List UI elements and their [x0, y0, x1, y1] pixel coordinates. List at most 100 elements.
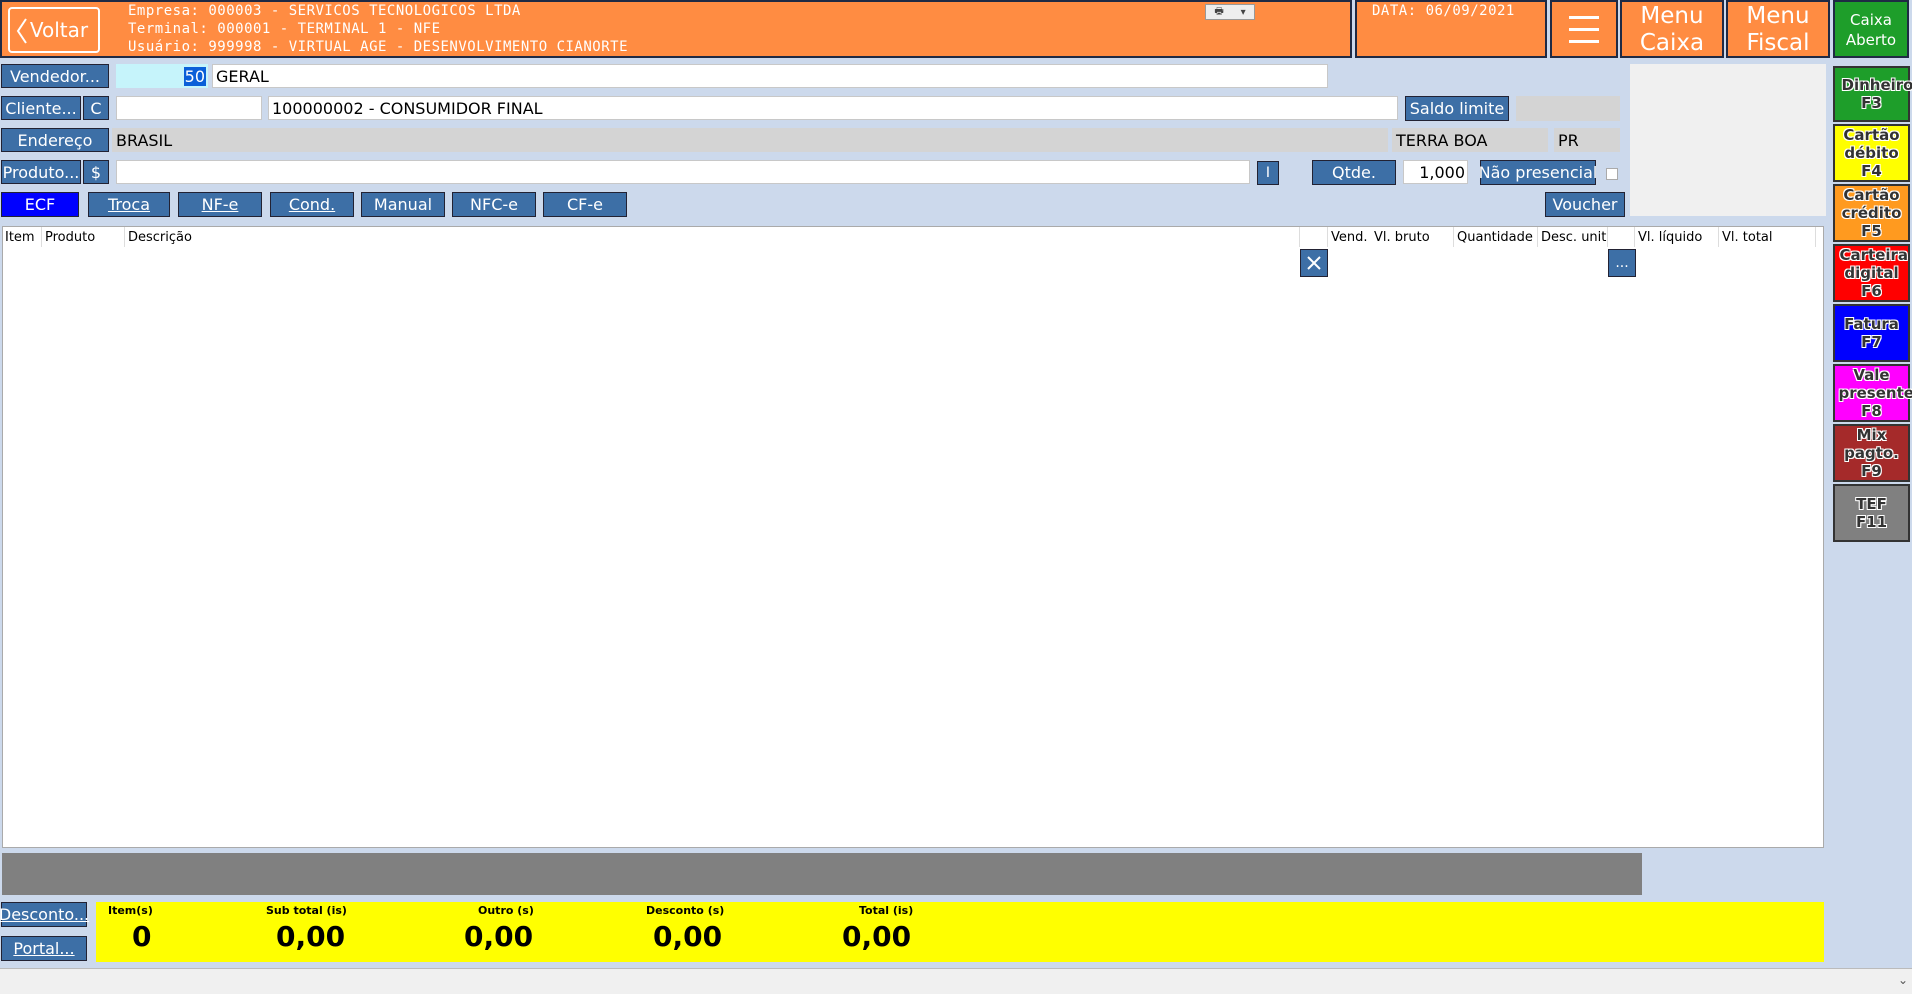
subtotal-value: 0,00 — [276, 920, 346, 953]
outro-label: Outro (s) — [478, 904, 534, 917]
tab-nfe[interactable]: NF-e — [178, 192, 262, 217]
tab-cfe[interactable]: CF-e — [543, 192, 627, 217]
column-header-item[interactable]: Item — [3, 227, 35, 247]
pay-label: Fatura F7 — [1844, 315, 1899, 351]
pay-label: TEF F11 — [1855, 495, 1888, 531]
tab-label: ECF — [24, 195, 56, 214]
cliente-name-field: 100000002 - CONSUMIDOR FINAL — [268, 96, 1398, 120]
close-icon — [1307, 256, 1321, 270]
column-header-vl-total[interactable]: Vl. total — [1720, 227, 1773, 247]
date-label: DATA: 06/09/2021 — [1372, 3, 1515, 19]
menu-caixa-line2: Caixa — [1639, 30, 1705, 56]
pay-label: Cartão débito F4 — [1843, 126, 1900, 180]
produto-input[interactable] — [116, 160, 1250, 184]
hamburger-menu-button[interactable] — [1550, 0, 1618, 58]
pay-debito-button[interactable]: Cartão débito F4 — [1833, 124, 1910, 182]
pay-tef-button[interactable]: TEF F11 — [1833, 484, 1910, 542]
tab-troca[interactable]: Troca — [88, 192, 170, 217]
desconto-label: Desconto... — [0, 905, 90, 924]
message-bar — [2, 853, 1642, 895]
desconto-total-value: 0,00 — [653, 920, 723, 953]
desconto-total-label: Desconto (s) — [646, 904, 725, 917]
column-header-produto[interactable]: Produto — [43, 227, 95, 247]
tab-label: CF-e — [567, 195, 603, 214]
tab-label: NFC-e — [470, 195, 518, 214]
tab-nfce[interactable]: NFC-e — [452, 192, 536, 217]
column-header-desc-unit[interactable]: Desc. unit — [1539, 227, 1606, 247]
column-header-vend[interactable]: Vend. — [1329, 227, 1368, 247]
back-label: Voltar — [29, 18, 89, 42]
usuario-label: Usuário: 999998 - VIRTUAL AGE - DESENVOL… — [128, 39, 629, 55]
menu-icon-bar — [1569, 15, 1599, 19]
vendedor-code-input[interactable]: 50 — [116, 64, 208, 88]
total-label: Total (is) — [859, 904, 914, 917]
menu-icon-bar — [1569, 39, 1599, 43]
menu-caixa-button[interactable]: Menu Caixa — [1620, 0, 1724, 58]
vendedor-button[interactable]: Vendedor... — [1, 64, 109, 88]
saldo-limite-value — [1516, 96, 1620, 121]
endereco-pais: BRASIL — [112, 128, 1388, 152]
remove-item-button[interactable] — [1300, 249, 1328, 277]
saldo-limite-button[interactable]: Saldo limite — [1405, 96, 1509, 121]
menu-fiscal-button[interactable]: Menu Fiscal — [1726, 0, 1830, 58]
empresa-label: Empresa: 000003 - SERVICOS TECNOLOGICOS … — [128, 3, 521, 19]
produto-price-button[interactable]: $ — [83, 160, 109, 184]
info-panel — [1630, 64, 1826, 216]
column-header-quantidade[interactable]: Quantidade — [1455, 227, 1533, 247]
terminal-label: Terminal: 000001 - TERMINAL 1 - NFE — [128, 21, 441, 37]
chevron-left-icon — [16, 18, 27, 44]
printer-selector[interactable]: 🖶 ▾ — [1205, 4, 1255, 20]
column-header-vl-bruto[interactable]: Vl. bruto — [1372, 227, 1430, 247]
vendedor-code-value: 50 — [183, 66, 206, 86]
subtotal-label: Sub total (is) — [266, 904, 347, 917]
cliente-button[interactable]: Cliente... — [1, 96, 81, 120]
date-box: DATA: 06/09/2021 — [1355, 0, 1547, 58]
more-options-button[interactable]: ... — [1608, 249, 1636, 277]
tab-ecf[interactable]: ECF — [1, 192, 79, 217]
total-items-label: Item(s) — [108, 904, 153, 917]
cliente-code-input[interactable] — [116, 96, 262, 120]
portal-button[interactable]: Portal... — [1, 936, 87, 961]
endereco-button[interactable]: Endereço — [1, 128, 109, 152]
pay-mix-button[interactable]: Mix pagto. F9 — [1833, 424, 1910, 482]
chevron-down-icon[interactable]: ⌄ — [1898, 973, 1908, 987]
printer-icon: 🖶 — [1214, 5, 1224, 17]
tab-manual[interactable]: Manual — [361, 192, 445, 217]
pay-credito-button[interactable]: Cartão crédito F5 — [1833, 184, 1910, 242]
pay-vale-button[interactable]: Vale presente F8 — [1833, 364, 1912, 422]
nao-presencial-button[interactable]: Não presencial — [1479, 160, 1597, 185]
pay-fatura-button[interactable]: Fatura F7 — [1833, 304, 1910, 362]
pay-dinheiro-button[interactable]: Dinheiro F3 — [1833, 66, 1912, 122]
endereco-cidade: TERRA BOA — [1392, 128, 1548, 152]
header-bar: Voltar Empresa: 000003 - SERVICOS TECNOL… — [0, 0, 1352, 58]
pay-label: Cartão crédito F5 — [1841, 186, 1902, 240]
produto-info-button[interactable]: I — [1257, 161, 1279, 185]
menu-caixa-line1: Menu — [1640, 3, 1704, 29]
qtde-input[interactable]: 1,000 — [1403, 160, 1468, 184]
endereco-uf: PR — [1554, 128, 1620, 152]
pay-label: Mix pagto. F9 — [1844, 426, 1899, 480]
qtde-button[interactable]: Qtde. — [1312, 160, 1396, 185]
menu-fiscal-line1: Menu — [1746, 3, 1810, 29]
pay-label: Dinheiro F3 — [1841, 76, 1912, 112]
back-button[interactable]: Voltar — [8, 7, 100, 53]
tab-label: Troca — [107, 195, 151, 214]
tab-label: Cond. — [288, 195, 336, 214]
tab-cond[interactable]: Cond. — [270, 192, 354, 217]
caixa-status-badge: Caixa Aberto — [1833, 0, 1909, 58]
caixa-status-line1: Caixa — [1850, 11, 1892, 29]
desconto-button[interactable]: Desconto... — [0, 902, 90, 927]
voucher-button[interactable]: Voucher — [1545, 192, 1625, 217]
column-header-descricao[interactable]: Descrição — [126, 227, 192, 247]
cliente-c-button[interactable]: C — [83, 96, 109, 120]
pay-carteira-button[interactable]: Carteira digital F6 — [1833, 244, 1910, 302]
tab-label: Manual — [373, 195, 433, 214]
items-grid[interactable]: Item Produto Descrição Vend. Vl. bruto Q… — [2, 226, 1824, 848]
produto-button[interactable]: Produto... — [1, 160, 81, 184]
nao-presencial-checkbox[interactable] — [1606, 168, 1618, 180]
column-header-vl-liquido[interactable]: Vl. líquido — [1636, 227, 1702, 247]
pay-label: Carteira digital F6 — [1839, 246, 1909, 300]
totals-panel: Item(s) 0 Sub total (is) 0,00 Outro (s) … — [96, 902, 1824, 962]
outro-value: 0,00 — [464, 920, 534, 953]
tab-label: NF-e — [201, 195, 239, 214]
